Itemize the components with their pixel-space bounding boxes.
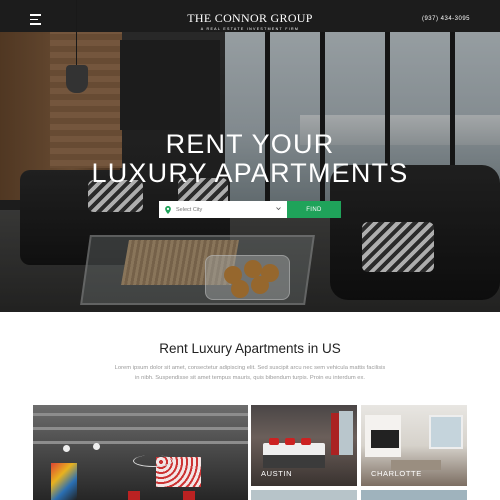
section-description-line1: Lorem ipsum dolor sit amet, consectetur … (114, 365, 386, 371)
window (339, 411, 353, 455)
hero-banner: THE CONNOR GROUP A REAL ESTATE INVESTMEN… (0, 0, 500, 312)
city-select-value: Select City (176, 206, 203, 213)
section-title: Rent Luxury Apartments in US (159, 341, 341, 356)
section-description-line2: in nibh. Suspendisse sit amet tempus mau… (134, 375, 366, 381)
gallery-tile[interactable] (361, 490, 467, 500)
ceiling-beam (33, 413, 248, 416)
top-bar: THE CONNOR GROUP A REAL ESTATE INVESTMEN… (0, 0, 500, 38)
section-description: Lorem ipsum dolor sit amet, consectetur … (90, 363, 410, 383)
find-button[interactable]: FIND (287, 201, 341, 218)
hero-title: RENT YOUR LUXURY APARTMENTS (0, 130, 500, 188)
window (429, 415, 463, 449)
ceiling-beam (33, 427, 248, 430)
hero-title-line2: LUXURY APARTMENTS (91, 158, 409, 188)
pillow (301, 438, 311, 445)
city-select[interactable]: Select City (159, 201, 287, 218)
gallery-tile-charlotte[interactable]: CHARLOTTE (361, 405, 467, 486)
chandelier-icon (133, 455, 173, 467)
ceiling-beam (33, 441, 248, 444)
wall-art (51, 463, 77, 500)
chevron-down-icon (276, 207, 281, 211)
gallery-tile[interactable] (251, 490, 357, 500)
light-icon (93, 443, 100, 450)
hero-title-line1: RENT YOUR (165, 129, 335, 159)
city-search-form: Select City FIND (159, 201, 341, 218)
gallery-tile-austin[interactable]: AUSTIN (251, 405, 357, 486)
phone-number[interactable]: (937) 434-3095 (422, 16, 470, 22)
tv-icon (371, 430, 399, 448)
tile-label-austin: AUSTIN (261, 469, 293, 478)
light-icon (63, 445, 70, 452)
red-chair (128, 491, 140, 500)
pillow (269, 438, 279, 445)
bed-throw (263, 455, 325, 468)
location-pin-icon (165, 205, 171, 214)
red-chair (183, 491, 195, 500)
curtain (331, 413, 339, 455)
gallery-tile-featured[interactable] (33, 405, 248, 500)
pillow (285, 438, 295, 445)
logo-subtitle: A REAL ESTATE INVESTMENT FIRM (200, 27, 300, 31)
tile-label-charlotte: CHARLOTTE (371, 469, 422, 478)
